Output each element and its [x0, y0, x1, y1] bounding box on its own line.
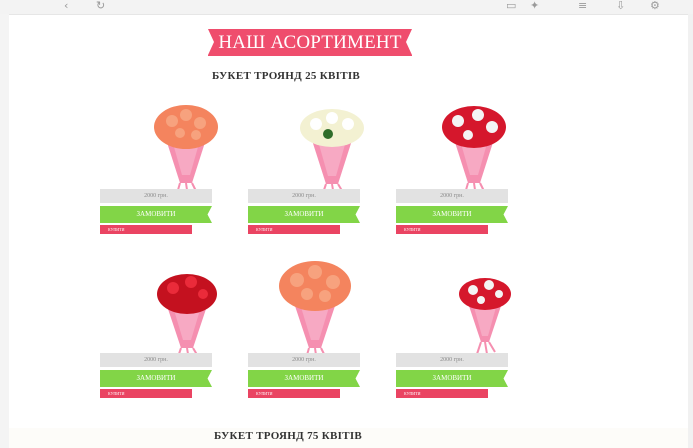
tab-icon[interactable]: ▭ [506, 0, 516, 12]
download-icon[interactable]: ⇩ [616, 0, 625, 12]
product-card-3: 2000 грн. ЗАМОВИТИ КУПИТИ [396, 189, 508, 239]
order-button[interactable]: ЗАМОВИТИ [100, 370, 212, 387]
order-button[interactable]: ЗАМОВИТИ [248, 370, 360, 387]
product-card-6: 2000 грн. ЗАМОВИТИ КУПИТИ [396, 353, 508, 403]
bouquet-image[interactable] [455, 276, 515, 356]
browser-toolbar: ‹ ↻ ▭ ✦ ≡ ⇩ ⚙ [0, 0, 693, 15]
buy-button[interactable]: КУПИТИ [100, 389, 192, 398]
bouquet-image[interactable] [150, 103, 222, 199]
buy-button[interactable]: КУПИТИ [100, 225, 192, 234]
refresh-icon[interactable]: ↻ [96, 0, 105, 12]
bouquet-image[interactable] [296, 106, 368, 198]
buy-button[interactable]: КУПИТИ [248, 225, 340, 234]
buy-button[interactable]: КУПИТИ [248, 389, 340, 398]
product-card-4: 2000 грн. ЗАМОВИТИ КУПИТИ [100, 353, 212, 403]
buy-button[interactable]: КУПИТИ [396, 389, 488, 398]
product-card-2: 2000 грн. ЗАМОВИТИ КУПИТИ [248, 189, 360, 239]
order-button[interactable]: ЗАМОВИТИ [100, 206, 212, 223]
price-label: 2000 грн. [248, 353, 360, 367]
menu-icon[interactable]: ≡ [578, 0, 587, 12]
section-title-25: БУКЕТ ТРОЯНД 25 КВІТІВ [212, 70, 361, 82]
price-label: 2000 грн. [248, 189, 360, 203]
price-label: 2000 грн. [100, 353, 212, 367]
price-label: 2000 грн. [396, 353, 508, 367]
buy-button[interactable]: КУПИТИ [396, 225, 488, 234]
bouquet-image[interactable] [438, 103, 510, 199]
price-label: 2000 грн. [396, 189, 508, 203]
bouquet-image[interactable] [151, 272, 223, 364]
bookmark-icon[interactable]: ✦ [530, 0, 539, 12]
section-title-75: БУКЕТ ТРОЯНД 75 КВІТІВ [214, 430, 363, 442]
back-icon[interactable]: ‹ [64, 0, 68, 12]
settings-icon[interactable]: ⚙ [650, 0, 660, 12]
left-edge [0, 14, 9, 448]
bouquet-image[interactable] [275, 260, 355, 364]
order-button[interactable]: ЗАМОВИТИ [248, 206, 360, 223]
product-card-5: 2000 грн. ЗАМОВИТИ КУПИТИ [248, 353, 360, 403]
right-edge [688, 14, 693, 448]
catalog-title: НАШ АСОРТИМЕНТ [208, 29, 412, 56]
order-button[interactable]: ЗАМОВИТИ [396, 370, 508, 387]
order-button[interactable]: ЗАМОВИТИ [396, 206, 508, 223]
price-label: 2000 грн. [100, 189, 212, 203]
product-card-1: 2000 грн. ЗАМОВИТИ КУПИТИ [100, 189, 212, 239]
